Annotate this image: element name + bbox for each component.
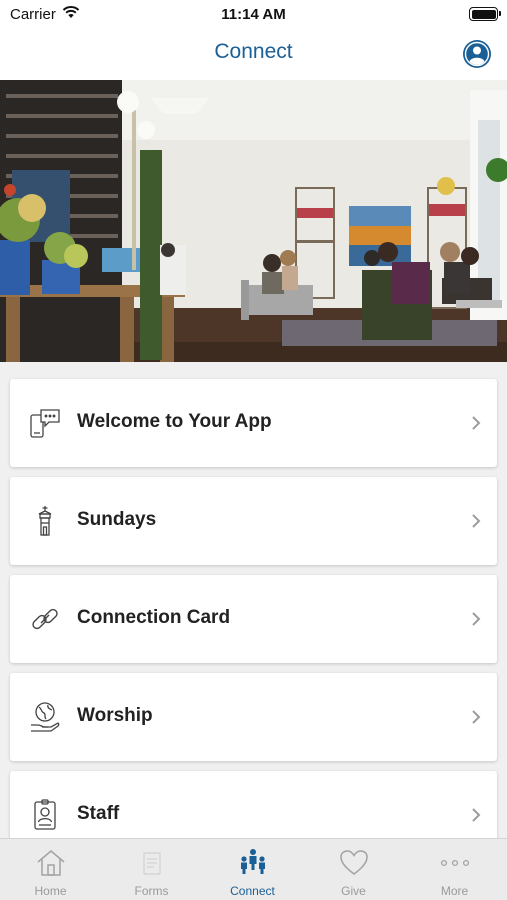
navigation-bar: Connect: [0, 30, 507, 80]
tab-label: More: [440, 884, 469, 898]
battery-icon: [469, 7, 501, 21]
menu-item-label: Sundays: [77, 509, 157, 530]
menu-item-label: Staff: [77, 803, 120, 824]
tab-connect[interactable]: Connect: [202, 839, 303, 900]
chevron-right-icon: [472, 710, 481, 724]
chevron-right-icon: [472, 612, 481, 626]
tab-label: Forms: [134, 884, 169, 898]
menu-item-sundays[interactable]: Sundays: [10, 477, 497, 565]
status-time: 11:14 AM: [221, 6, 286, 23]
menu-item-connection-card[interactable]: Connection Card: [10, 575, 497, 663]
tab-forms[interactable]: Forms: [101, 839, 202, 900]
hero-image: [0, 80, 507, 362]
id-badge-icon: [34, 799, 56, 830]
menu-item-staff[interactable]: Staff: [10, 771, 497, 838]
tab-bar: Home Forms Connect Give More: [0, 838, 507, 900]
menu-item-welcome[interactable]: Welcome to Your App: [10, 379, 497, 467]
ellipsis-icon: [440, 859, 470, 867]
menu-item-label: Welcome to Your App: [77, 411, 272, 432]
menu-item-worship[interactable]: Worship: [10, 673, 497, 761]
tab-more[interactable]: More: [404, 839, 505, 900]
tab-label: Connect: [230, 884, 275, 898]
status-bar: Carrier 11:14 AM: [0, 0, 507, 30]
tab-give[interactable]: Give: [303, 839, 404, 900]
chevron-right-icon: [472, 514, 481, 528]
globe-hand-icon: [31, 702, 60, 732]
tab-home[interactable]: Home: [0, 839, 101, 900]
profile-icon[interactable]: [462, 39, 492, 69]
forms-icon: [143, 852, 161, 875]
menu-item-label: Worship: [77, 705, 153, 726]
tab-label: Give: [341, 884, 366, 898]
tab-label: Home: [34, 884, 67, 898]
people-icon: [241, 849, 265, 874]
home-icon: [37, 850, 65, 876]
phone-chat-icon: [30, 409, 60, 438]
chevron-right-icon: [472, 416, 481, 430]
page-title: Connect: [214, 40, 293, 63]
menu-item-label: Connection Card: [77, 607, 231, 628]
connect-menu-list: Welcome to Your App Sundays Connection C…: [0, 362, 507, 838]
link-icon: [32, 608, 58, 630]
chevron-right-icon: [472, 808, 481, 822]
steeple-icon: [38, 506, 52, 536]
heart-icon: [340, 850, 368, 875]
